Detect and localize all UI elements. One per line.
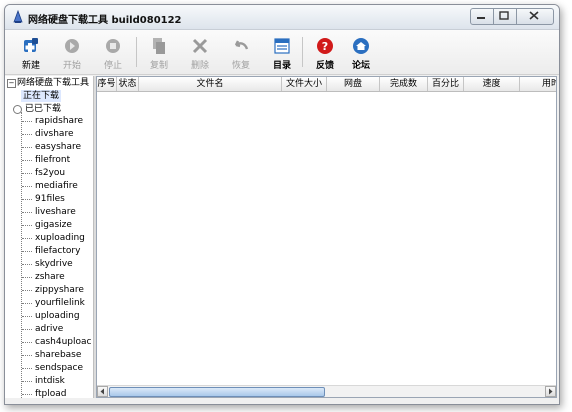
scroll-right-button[interactable] — [545, 386, 556, 397]
stop-icon — [106, 39, 120, 53]
start-button[interactable]: 开始 — [54, 30, 90, 74]
table-header: 序号 状态 文件名 文件大小 网盘 完成数 百分比 速度 用时 — [97, 77, 556, 92]
column-header-completed[interactable]: 完成数 — [380, 77, 428, 91]
maximize-button[interactable] — [493, 8, 517, 25]
help-icon: ? — [317, 38, 333, 54]
horizontal-scrollbar[interactable] — [97, 385, 556, 397]
delete-label: 删除 — [190, 61, 209, 71]
delete-button[interactable]: 删除 — [182, 30, 218, 74]
download-table[interactable]: 序号 状态 文件名 文件大小 网盘 完成数 百分比 速度 用时 — [96, 76, 557, 398]
svg-text:?: ? — [322, 40, 328, 53]
feedback-label: 反馈 — [315, 61, 334, 71]
new-label: 新建 — [21, 61, 40, 71]
minimize-button[interactable] — [470, 8, 494, 25]
column-header-filesize[interactable]: 文件大小 — [282, 77, 327, 91]
window-controls — [470, 8, 554, 25]
column-header-netdisk[interactable]: 网盘 — [327, 77, 380, 91]
arrow-left-icon — [100, 388, 104, 395]
toolbar-separator — [136, 37, 137, 67]
restore-button[interactable]: 恢复 — [223, 30, 259, 74]
directory-label: 目录 — [272, 61, 291, 71]
scroll-left-button[interactable] — [97, 386, 108, 397]
copy-button[interactable]: 复制 — [141, 30, 177, 74]
folder-window-icon — [274, 38, 290, 54]
feedback-button[interactable]: ? 反馈 — [307, 30, 343, 74]
start-label: 开始 — [62, 61, 81, 71]
window-title: 网络硬盘下载工具 build080122 — [28, 15, 182, 26]
copy-label: 复制 — [149, 61, 168, 71]
app-logo-icon — [12, 9, 24, 24]
column-header-status[interactable]: 状态 — [117, 77, 139, 91]
delete-x-icon — [192, 38, 208, 54]
column-header-index[interactable]: 序号 — [97, 77, 117, 91]
stop-button[interactable]: 停止 — [95, 30, 131, 74]
column-header-percent[interactable]: 百分比 — [428, 77, 464, 91]
arrow-right-icon — [549, 388, 553, 395]
maximize-icon — [499, 11, 509, 20]
app-window: 网络硬盘下载工具 build080122 新建 开始 停止 复制 删除 恢复 目… — [4, 4, 560, 405]
column-header-elapsed[interactable]: 用时 — [520, 77, 556, 91]
home-icon — [353, 38, 369, 54]
restore-label: 恢复 — [231, 61, 250, 71]
site-tree[interactable]: − 网络硬盘下载工具 正在下载 已已下载 rapidshare divshare… — [5, 76, 94, 398]
new-button[interactable]: 新建 — [13, 30, 49, 74]
toolbar: 新建 开始 停止 复制 删除 恢复 目录 ? 反馈 论坛 — [5, 30, 559, 75]
close-icon — [529, 11, 539, 20]
forum-button[interactable]: 论坛 — [343, 30, 379, 74]
play-icon — [65, 39, 79, 53]
toolbar-separator — [302, 37, 303, 67]
forum-label: 论坛 — [351, 61, 370, 71]
minimize-icon — [477, 17, 485, 19]
stop-label: 停止 — [103, 61, 122, 71]
close-button[interactable] — [516, 8, 554, 25]
expand-node-icon[interactable] — [13, 105, 22, 114]
column-header-filename[interactable]: 文件名 — [139, 77, 282, 91]
restore-icon — [234, 40, 249, 50]
scrollbar-thumb[interactable] — [109, 387, 325, 397]
copy-icon — [153, 38, 165, 54]
collapse-icon[interactable]: − — [7, 79, 16, 88]
directory-button[interactable]: 目录 — [264, 30, 300, 74]
plus-icon — [24, 38, 38, 52]
title-bar[interactable]: 网络硬盘下载工具 build080122 — [5, 5, 559, 30]
column-header-speed[interactable]: 速度 — [464, 77, 520, 91]
